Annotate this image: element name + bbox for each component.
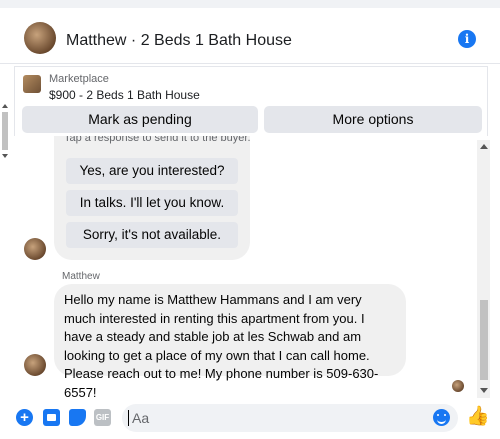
listing-title: $900 - 2 Beds 1 Bath House (49, 88, 200, 102)
conversation-header: Matthew · 2 Beds 1 Bath House i (0, 8, 500, 64)
scrollbar-thumb[interactable] (2, 112, 8, 150)
emoji-icon[interactable] (433, 409, 450, 426)
left-scrollbar[interactable] (0, 100, 10, 160)
photo-icon[interactable] (43, 409, 60, 426)
quick-replies-hint: Tap a response to send it to the buyer. (64, 136, 250, 144)
message-composer: + GIF 👍 (0, 398, 500, 439)
message-bubble: Hello my name is Matthew Hammans and I a… (54, 284, 406, 400)
info-icon[interactable]: i (458, 30, 476, 48)
sticker-icon[interactable] (69, 409, 86, 426)
quick-replies-bubble: Tap a response to send it to the buyer. … (54, 136, 250, 260)
marketplace-label: Marketplace (49, 73, 109, 85)
scroll-up-arrow-icon[interactable] (2, 104, 8, 108)
text-caret (128, 410, 129, 426)
avatar[interactable] (24, 22, 56, 54)
sender-avatar[interactable] (24, 354, 46, 376)
plus-icon[interactable]: + (16, 409, 33, 426)
scroll-up-arrow-icon[interactable] (480, 144, 488, 149)
top-strip (0, 0, 500, 8)
scroll-down-arrow-icon[interactable] (2, 154, 8, 158)
quick-reply-in-talks[interactable]: In talks. I'll let you know. (66, 190, 238, 216)
conversation-title[interactable]: Matthew · 2 Beds 1 Bath House (66, 32, 292, 50)
listing-thumbnail (23, 75, 41, 93)
message-input[interactable] (122, 404, 458, 432)
quick-reply-not-available[interactable]: Sorry, it's not available. (66, 222, 238, 248)
scrollbar-thumb[interactable] (480, 300, 488, 380)
quick-reply-interested[interactable]: Yes, are you interested? (66, 158, 238, 184)
more-options-button[interactable]: More options (264, 106, 482, 133)
message-sender-name: Matthew (62, 271, 100, 282)
sender-avatar[interactable] (24, 238, 46, 260)
scroll-down-arrow-icon[interactable] (480, 388, 488, 393)
thumbs-up-icon[interactable]: 👍 (466, 407, 490, 427)
seen-indicator-avatar (452, 380, 464, 392)
gif-icon[interactable]: GIF (94, 409, 111, 426)
right-scrollbar[interactable] (477, 140, 490, 400)
mark-as-pending-button[interactable]: Mark as pending (22, 106, 258, 133)
